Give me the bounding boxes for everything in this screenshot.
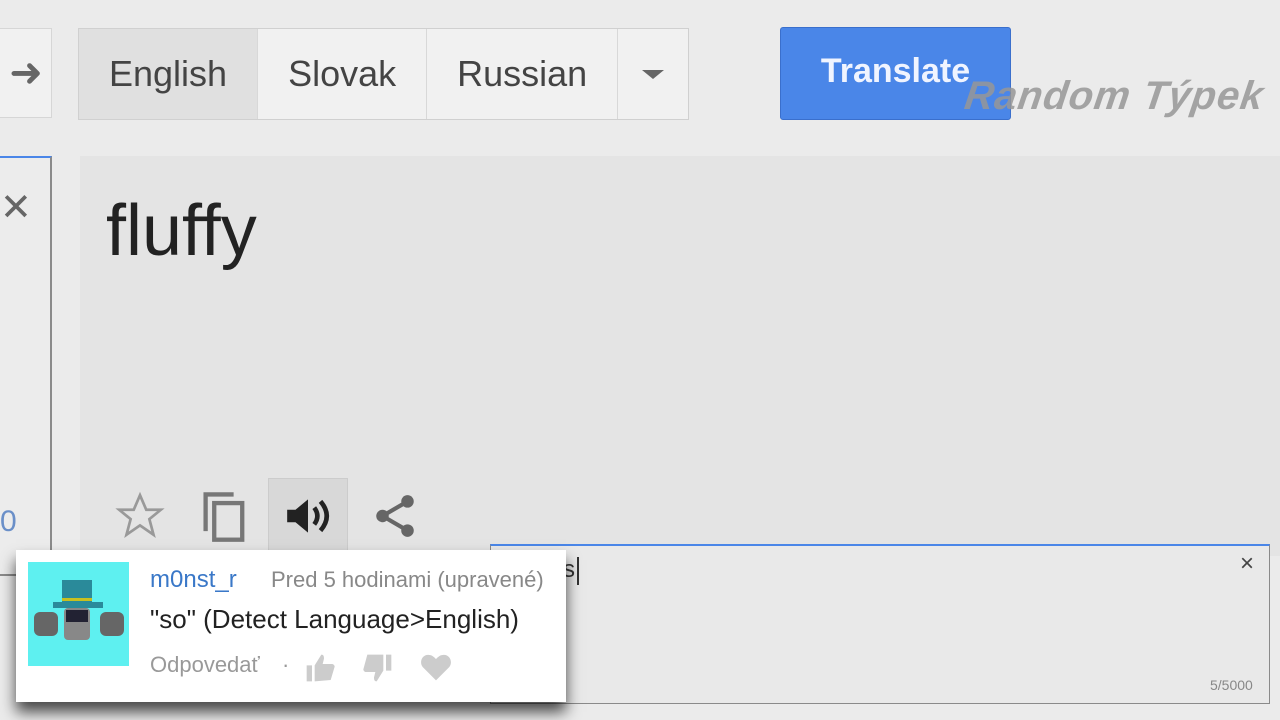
comment-timestamp[interactable]: Pred 5 hodinami (upravené)	[271, 567, 544, 593]
translation-text: fluffy	[106, 191, 257, 271]
thumbs-down-icon[interactable]	[362, 652, 394, 689]
heart-icon[interactable]	[420, 652, 452, 687]
close-icon[interactable]: ✕	[0, 185, 32, 230]
close-icon[interactable]: ×	[1240, 550, 1254, 578]
target-language-selector: English Slovak Russian	[78, 28, 690, 120]
avatar	[28, 562, 129, 666]
reply-button[interactable]: Odpovedať	[150, 652, 260, 678]
swap-languages-button[interactable]: ➜	[0, 28, 52, 118]
star-icon[interactable]	[100, 478, 180, 554]
swap-arrow-icon: ➜	[9, 51, 43, 95]
chevron-down-icon	[642, 69, 665, 79]
source-char-counter: 0	[0, 505, 17, 538]
text-cursor	[577, 557, 579, 585]
thumbs-up-icon[interactable]	[304, 652, 336, 689]
share-icon[interactable]	[355, 478, 435, 554]
text-input-box[interactable]	[490, 544, 1270, 704]
copy-icon[interactable]	[185, 478, 265, 554]
speaker-icon[interactable]	[268, 478, 348, 554]
language-tab-english[interactable]: English	[79, 29, 259, 119]
watermark: Random Týpek	[961, 74, 1267, 118]
comment-username[interactable]: m0nst_r	[150, 566, 237, 594]
language-tab-russian[interactable]: Russian	[427, 29, 619, 119]
language-dropdown-button[interactable]	[618, 29, 688, 119]
char-count: 5/5000	[1210, 677, 1253, 693]
language-tab-slovak[interactable]: Slovak	[258, 29, 428, 119]
comment-text: "so" (Detect Language>English)	[150, 604, 519, 634]
separator: ·	[282, 652, 290, 677]
